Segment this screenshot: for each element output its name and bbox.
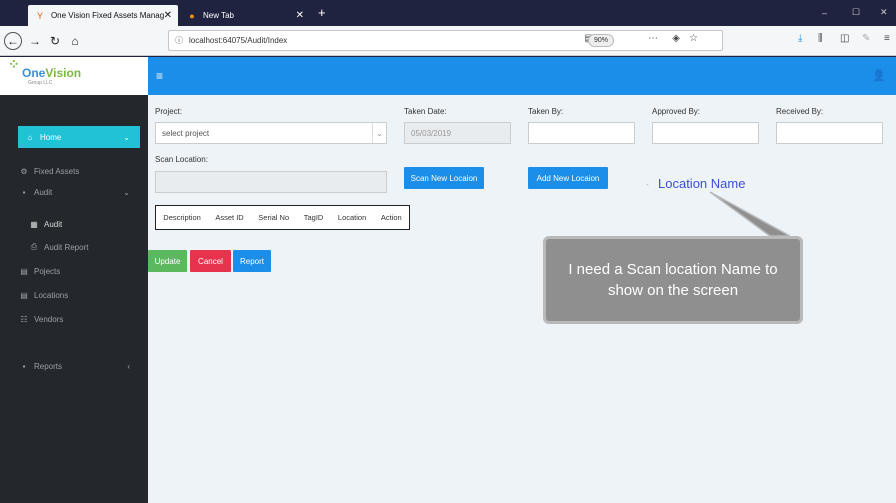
callout-box: I need a Scan location Name to show on t…: [543, 236, 803, 324]
scan-location-field: [155, 171, 387, 193]
download-icon[interactable]: ⤓: [798, 33, 802, 44]
column-action: Action: [380, 213, 402, 222]
sidebar-item-label: Home: [40, 132, 62, 142]
url-text: localhost:64075/Audit/Index: [189, 36, 288, 45]
update-button[interactable]: Update: [148, 250, 187, 272]
sidebar-item-label: Audit Report: [44, 242, 89, 252]
sidebar-toggle-icon[interactable]: ◫: [840, 33, 849, 44]
minimize-button[interactable]: –: [822, 8, 827, 18]
sidebar-item-home[interactable]: ⌂ Home ⌄: [18, 126, 140, 148]
logo-dots-icon: ⁘: [8, 56, 20, 72]
location-name-placeholder: -: [646, 180, 649, 189]
app-header-bar: ≡ 👤: [148, 57, 896, 95]
audit-table-header: Description Asset ID Serial No TagID Loc…: [155, 205, 410, 230]
logo-subtitle: Group LLC: [28, 80, 53, 86]
tab-title: One Vision Fixed Assets Manag: [50, 11, 164, 20]
sidebar-item-label: Vendors: [34, 314, 64, 324]
firefox-tab-icon: Y: [36, 10, 43, 21]
url-bar[interactable]: ⓘ localhost:64075/Audit/Index ▤ 90% ⋯ ◈ …: [168, 30, 723, 51]
info-icon: ⓘ: [175, 36, 183, 45]
close-tab-icon[interactable]: ✕: [164, 10, 172, 21]
sidebar-item-label: Reports: [34, 361, 63, 371]
sidebar-item-audit[interactable]: ▪ Audit ⌄: [18, 182, 140, 202]
chevron-left-icon: ‹: [127, 361, 130, 371]
report-button[interactable]: Report: [233, 250, 271, 272]
bookmark-star-icon[interactable]: ☆: [689, 33, 698, 44]
sidebar-item-label: Locations: [34, 290, 69, 300]
approved-by-input[interactable]: [652, 122, 759, 144]
tab-title: New Tab: [203, 11, 234, 20]
project-label: Project:: [155, 107, 183, 116]
chevron-down-icon: ⌄: [123, 187, 130, 197]
chevron-down-icon: ⌄: [123, 132, 130, 142]
gears-icon: ⚙: [20, 166, 28, 176]
column-serial-no: Serial No: [258, 213, 290, 222]
column-asset-id: Asset ID: [215, 213, 244, 222]
file-icon: ▤: [20, 266, 28, 276]
chevron-down-icon: ⌄: [372, 123, 386, 143]
sidebar-item-audit-sub[interactable]: ▦ Audit: [28, 214, 150, 234]
logo-mark: ⁘ OneVision Group LLC: [8, 56, 82, 86]
maximize-button[interactable]: ☐: [852, 7, 860, 18]
taken-by-label: Taken By:: [528, 107, 564, 116]
sidebar-item-vendors[interactable]: ☷ Vendors: [18, 309, 140, 329]
logo-text-vision: Vision: [45, 66, 82, 80]
project-select[interactable]: select project ⌄: [155, 122, 387, 144]
column-location: Location: [337, 213, 367, 222]
scan-new-location-button[interactable]: Scan New Locaion: [404, 167, 484, 189]
list-icon: ☷: [20, 314, 28, 324]
received-by-input[interactable]: [776, 122, 883, 144]
back-icon[interactable]: ←: [4, 32, 22, 50]
close-tab-icon[interactable]: ✕: [296, 10, 304, 21]
forward-icon[interactable]: →: [26, 32, 44, 50]
more-actions-icon[interactable]: ⋯: [648, 33, 658, 44]
home-icon: ⌂: [27, 132, 33, 142]
callout-pointer-shape: [709, 191, 790, 237]
sidebar-item-label: Fixed Assets: [34, 166, 80, 176]
table-icon: ▦: [30, 219, 38, 229]
sidebar-item-locations[interactable]: ▤ Locations: [18, 285, 140, 305]
file-icon: ▤: [20, 290, 28, 300]
received-by-label: Received By:: [776, 107, 824, 116]
column-tag-id: TagID: [303, 213, 324, 222]
browser-nav-bar: ← → ↻ ⌂ ⓘ localhost:64075/Audit/Index ▤ …: [0, 26, 896, 56]
sidebar-item-reports[interactable]: ▪ Reports ‹: [18, 356, 140, 376]
app-logo[interactable]: ⁘ OneVision Group LLC: [0, 56, 148, 95]
zoom-level[interactable]: 90%: [587, 34, 614, 47]
new-tab-button[interactable]: +: [318, 5, 326, 20]
tab-new-tab[interactable]: ● New Tab ✕: [180, 5, 310, 26]
sidebar-item-label: Audit: [44, 219, 63, 229]
add-new-location-button[interactable]: Add New Locaion: [528, 167, 608, 189]
hamburger-menu-icon[interactable]: ≡: [156, 69, 163, 83]
taken-by-input[interactable]: [528, 122, 635, 144]
project-select-value: select project: [162, 128, 210, 138]
print-icon: ⎙: [30, 242, 38, 251]
firefox-logo-icon: ●: [189, 10, 195, 21]
sidebar-item-projects[interactable]: ▤ Pojects: [18, 261, 140, 281]
pocket-icon[interactable]: ◈: [672, 33, 680, 44]
callout-pointer: [709, 191, 790, 237]
card-icon: ▪: [22, 361, 26, 371]
browser-tab-bar: Y One Vision Fixed Assets Manag ✕ ● New …: [0, 0, 896, 26]
cancel-button[interactable]: Cancel: [190, 250, 231, 272]
sidebar-item-label: Pojects: [34, 266, 61, 276]
taken-date-field: 05/03/2019: [404, 122, 511, 144]
library-icon[interactable]: ⫼: [818, 33, 823, 44]
home-icon[interactable]: ⌂: [66, 32, 84, 50]
approved-by-label: Approved By:: [652, 107, 701, 116]
menu-icon[interactable]: ≡: [884, 33, 890, 44]
sidebar-item-label: Audit: [34, 187, 53, 197]
sidebar-item-fixed-assets[interactable]: ⚙ Fixed Assets: [18, 161, 140, 181]
column-description: Description: [163, 213, 201, 222]
scan-location-label: Scan Location:: [155, 155, 208, 164]
location-name-annotation: Location Name: [658, 176, 746, 191]
sidebar-item-audit-report[interactable]: ⎙ Audit Report: [28, 237, 150, 257]
reload-icon[interactable]: ↻: [46, 32, 64, 50]
user-icon[interactable]: 👤: [872, 69, 886, 82]
taken-date-label: Taken Date:: [404, 107, 447, 116]
tab-one-vision[interactable]: Y One Vision Fixed Assets Manag ✕: [28, 5, 178, 26]
card-icon: ▪: [22, 187, 26, 197]
edit-icon[interactable]: ✎: [862, 33, 870, 44]
close-window-button[interactable]: ✕: [880, 7, 888, 18]
